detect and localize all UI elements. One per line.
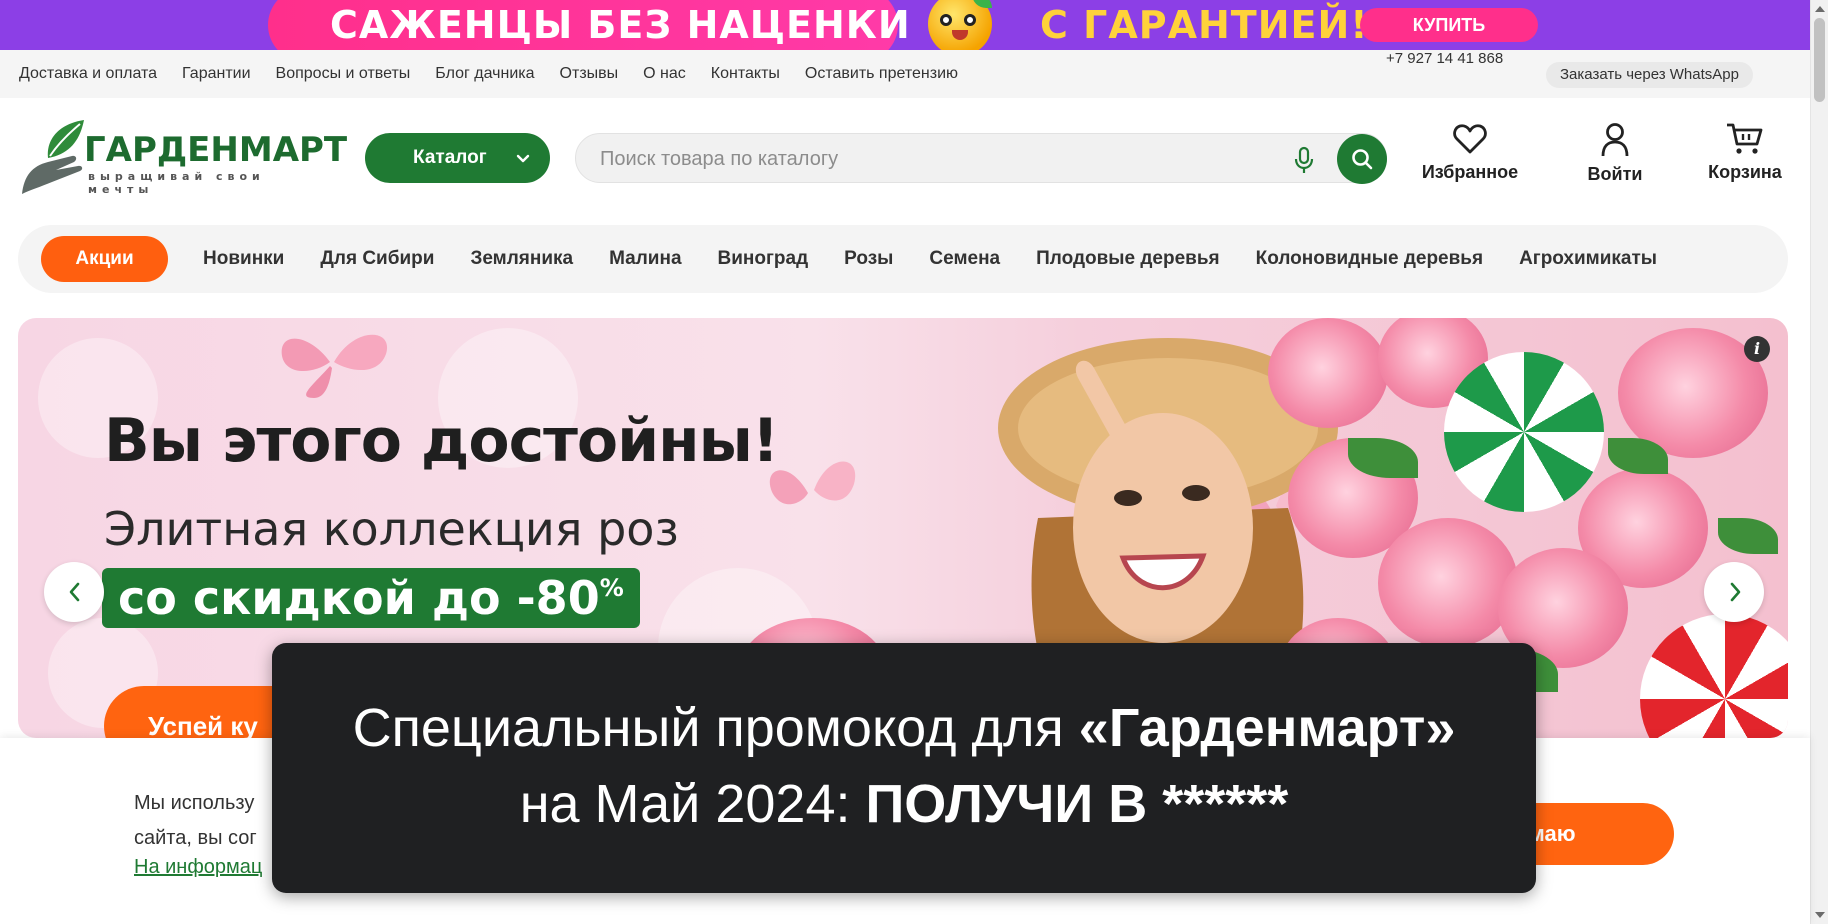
promo-code-overlay[interactable]: Специальный промокод для «Гарденмарт» на… (272, 643, 1536, 893)
favorites-button[interactable]: Избранное (1415, 122, 1525, 183)
phone-link[interactable]: +7 927 14 41 868 (1386, 50, 1503, 67)
favorites-label: Избранное (1421, 162, 1519, 182)
site-logo[interactable]: ГАРДЕНМАРТ выращивай свои мечты (18, 118, 347, 198)
chevron-right-icon (1730, 582, 1741, 602)
category-nav: Акции Новинки Для Сибири Земляника Малин… (18, 225, 1788, 293)
rose (1378, 518, 1518, 648)
chevron-left-icon (69, 582, 80, 602)
category-sale-button[interactable]: Акции (41, 236, 168, 282)
promo-code-text: ПОЛУЧИ В ****** (865, 774, 1289, 834)
utility-links: Доставка и оплата Гарантии Вопросы и отв… (19, 50, 958, 98)
promo-line1: Специальный промокод для «Гарденмарт» (272, 697, 1536, 759)
promo-left-text: САЖЕНЦЫ БЕЗ НАЦЕНКИ (330, 3, 911, 47)
logo-hand-leaf-icon (22, 120, 84, 194)
login-button[interactable]: Войти (1575, 122, 1655, 185)
hero-subtitle: Элитная коллекция роз (104, 502, 679, 556)
promo-line1-bold: «Гарденмарт» (1078, 698, 1456, 758)
utility-nav: Доставка и оплата Гарантии Вопросы и отв… (0, 50, 1810, 98)
hero-discount-text: со скидкой до -80 (118, 571, 600, 625)
category-columnar-trees[interactable]: Колоновидные деревья (1256, 248, 1483, 270)
category-raspberry[interactable]: Малина (609, 248, 681, 270)
promo-line2-prefix: на Май 2024: (519, 774, 866, 834)
cart-icon (1727, 123, 1763, 154)
mascot-mouth (952, 30, 968, 40)
search-input[interactable] (600, 146, 1280, 172)
candy-green (1444, 352, 1604, 512)
search-button[interactable] (1337, 134, 1387, 184)
util-link-faq[interactable]: Вопросы и ответы (276, 65, 411, 83)
hero-discount-suffix: % (599, 574, 624, 602)
util-link-complaint[interactable]: Оставить претензию (805, 65, 958, 83)
util-link-about[interactable]: О нас (643, 65, 686, 83)
login-label: Войти (1587, 164, 1643, 184)
util-link-blog[interactable]: Блог дачника (435, 65, 534, 83)
logo-tagline: выращивай свои мечты (88, 170, 265, 196)
top-promo-banner[interactable]: САЖЕНЦЫ БЕЗ НАЦЕНКИ С ГАРАНТИЕЙ! КУПИТЬ (0, 0, 1810, 50)
mascot-eye (940, 14, 952, 26)
promo-right-text: С ГАРАНТИЕЙ! (1040, 3, 1369, 47)
category-agrochemicals[interactable]: Агрохимикаты (1519, 248, 1657, 270)
page: САЖЕНЦЫ БЕЗ НАЦЕНКИ С ГАРАНТИЕЙ! КУПИТЬ … (0, 0, 1828, 924)
scroll-up-icon[interactable] (1815, 6, 1825, 12)
promo-buy-button[interactable]: КУПИТЬ (1360, 8, 1538, 42)
category-grape[interactable]: Виноград (718, 248, 809, 270)
butterfly-icon (281, 334, 388, 398)
microphone-icon[interactable] (1292, 146, 1316, 174)
logo-name: ГАРДЕНМАРТ (84, 130, 348, 170)
rose (1268, 318, 1388, 428)
promo-line1-prefix: Специальный промокод для (352, 698, 1079, 758)
carousel-prev-button[interactable] (44, 562, 104, 622)
candy-red (1640, 614, 1788, 738)
search-bar (575, 133, 1387, 184)
mascot-eye (964, 14, 976, 26)
category-seeds[interactable]: Семена (929, 248, 1000, 270)
hero-discount: со скидкой до -80% (102, 568, 640, 628)
scrollbar[interactable] (1810, 0, 1828, 924)
search-icon (1352, 149, 1373, 170)
util-link-reviews[interactable]: Отзывы (560, 65, 619, 83)
category-siberia[interactable]: Для Сибири (320, 248, 434, 270)
carousel-next-button[interactable] (1704, 562, 1764, 622)
util-link-delivery[interactable]: Доставка и оплата (19, 65, 157, 83)
promo-line2: на Май 2024: ПОЛУЧИ В ****** (272, 773, 1536, 835)
cart-button[interactable]: Корзина (1703, 122, 1787, 183)
scroll-down-icon[interactable] (1815, 912, 1825, 918)
info-icon[interactable]: i (1744, 336, 1770, 362)
util-link-contacts[interactable]: Контакты (711, 65, 780, 83)
category-items: Новинки Для Сибири Земляника Малина Вино… (203, 225, 1657, 293)
category-new[interactable]: Новинки (203, 248, 284, 270)
chevron-down-icon (516, 154, 530, 163)
scroll-thumb[interactable] (1814, 18, 1825, 102)
heart-icon (1453, 124, 1487, 154)
catalog-label: Каталог (413, 147, 487, 168)
category-roses[interactable]: Розы (844, 248, 893, 270)
category-fruit-trees[interactable]: Плодовые деревья (1036, 248, 1220, 270)
util-link-guarantees[interactable]: Гарантии (182, 65, 251, 83)
cookie-info-link[interactable]: На информац (134, 856, 262, 879)
cart-label: Корзина (1708, 162, 1782, 182)
catalog-button[interactable]: Каталог (365, 133, 550, 183)
hero-title: Вы этого достойны! (104, 406, 779, 476)
whatsapp-button[interactable]: Заказать через WhatsApp (1546, 62, 1753, 88)
leaf (1718, 518, 1778, 554)
category-strawberry[interactable]: Земляника (470, 248, 573, 270)
user-icon (1601, 123, 1629, 157)
